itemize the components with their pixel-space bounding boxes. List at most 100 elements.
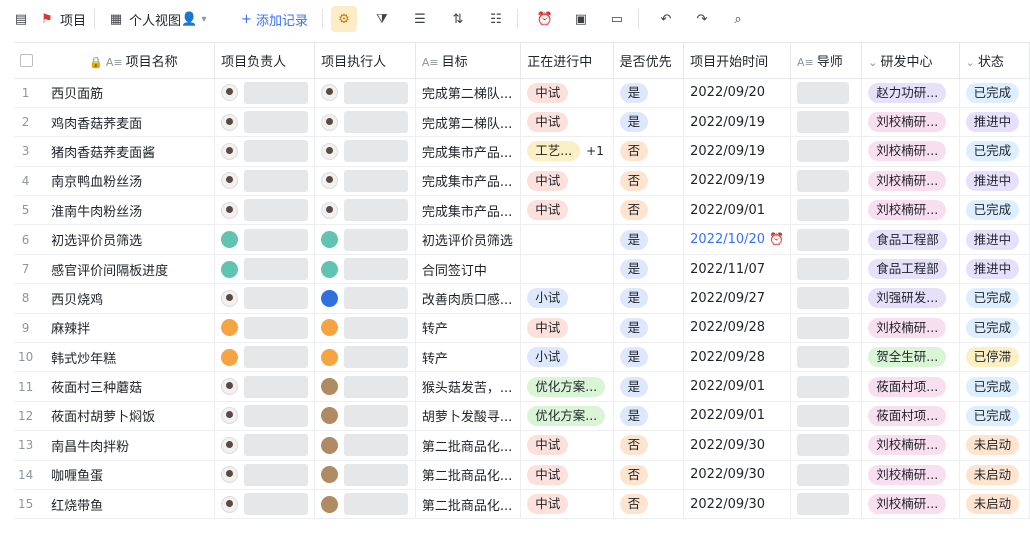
table-row[interactable]: 1 西贝面筋 完成第二梯队... 中试 是 2022/09/20 赵力功研... 已完成	[14, 78, 1030, 108]
progress-cell[interactable]: 工艺... +1	[520, 136, 614, 167]
executor-cell[interactable]	[314, 401, 416, 432]
mentor-cell[interactable]	[790, 283, 863, 314]
priority-cell[interactable]: 是	[613, 283, 685, 314]
column-header-rd-center[interactable]: ⌄ 研发中心	[861, 43, 960, 79]
project-name-cell[interactable]: 红烧带鱼	[37, 489, 216, 520]
column-header-goal[interactable]: A≡ 目标	[415, 43, 522, 79]
search-icon[interactable]: ⌕	[725, 6, 751, 32]
project-name-cell[interactable]: 初选评价员筛选	[37, 224, 216, 255]
table-row[interactable]: 15 红烧带鱼 第二批商品化... 中试 否 2022/09/30 刘校楠研... 未启动	[14, 489, 1030, 520]
column-header-name[interactable]: 🔒 A≡ 项目名称	[37, 43, 216, 79]
start-date-cell[interactable]: 2022/09/28	[683, 313, 792, 344]
start-date-cell[interactable]: 2022/09/27	[683, 283, 792, 314]
start-date-cell[interactable]: 2022/09/28	[683, 342, 792, 373]
executor-cell[interactable]	[314, 224, 416, 255]
priority-cell[interactable]: 是	[613, 401, 685, 432]
rd-center-cell[interactable]: 食品工程部	[861, 224, 960, 255]
progress-cell[interactable]: 中试	[520, 489, 614, 520]
progress-cell[interactable]	[520, 254, 614, 285]
project-name-cell[interactable]: 莜面村胡萝卜焖饭	[37, 401, 216, 432]
start-date-cell[interactable]: 2022/09/19	[683, 136, 792, 167]
start-date-cell[interactable]: 2022/09/30	[683, 489, 792, 520]
table-row[interactable]: 9 麻辣拌 转产 中试 是 2022/09/28 刘校楠研... 已完成	[14, 313, 1030, 344]
rd-center-cell[interactable]: 贺全生研...	[861, 342, 960, 373]
executor-cell[interactable]	[314, 460, 416, 490]
start-date-cell[interactable]: 2022/09/01	[683, 401, 792, 432]
rd-center-cell[interactable]: 莜面村项...	[861, 401, 960, 432]
table-row[interactable]: 7 感官评价间隔板进度 合同签订中 是 2022/11/07 食品工程部 推进中	[14, 254, 1030, 285]
alarm-icon[interactable]: ⏰	[532, 6, 558, 32]
progress-cell[interactable]: 中试	[520, 107, 614, 138]
project-name-cell[interactable]: 咖喱鱼蛋	[37, 460, 216, 490]
progress-cell[interactable]: 中试	[520, 78, 614, 108]
project-title[interactable]: 项目	[60, 10, 86, 29]
goal-cell[interactable]: 完成第二梯队...	[415, 107, 522, 138]
priority-cell[interactable]: 否	[613, 195, 685, 226]
priority-cell[interactable]: 否	[613, 430, 685, 461]
project-name-cell[interactable]: 麻辣拌	[37, 313, 216, 344]
priority-cell[interactable]: 否	[613, 166, 685, 197]
column-header-mentor[interactable]: A≡ 导师	[790, 43, 863, 79]
progress-cell[interactable]: 中试	[520, 195, 614, 226]
goal-cell[interactable]: 合同签订中	[415, 254, 522, 285]
goal-cell[interactable]: 初选评价员筛选	[415, 224, 522, 255]
table-row[interactable]: 4 南京鸭血粉丝汤 完成集市产品... 中试 否 2022/09/19 刘校楠研... 推进中	[14, 166, 1030, 197]
mentor-cell[interactable]	[790, 430, 863, 461]
status-cell[interactable]: 已完成	[959, 401, 1030, 432]
executor-cell[interactable]	[314, 313, 416, 344]
status-cell[interactable]: 推进中	[959, 224, 1030, 255]
undo-icon[interactable]: ↶	[653, 6, 679, 32]
goal-cell[interactable]: 转产	[415, 342, 522, 373]
priority-cell[interactable]: 否	[613, 460, 685, 490]
column-header-executor[interactable]: 项目执行人	[314, 43, 416, 79]
executor-cell[interactable]	[314, 371, 416, 402]
comment-icon[interactable]: ▭	[604, 6, 630, 32]
owner-cell[interactable]	[214, 430, 316, 461]
rd-center-cell[interactable]: 刘强研发...	[861, 283, 960, 314]
progress-cell[interactable]: 优化方案...	[520, 401, 614, 432]
form-icon[interactable]: ▣	[568, 6, 594, 32]
filter-icon[interactable]: ⧩	[369, 6, 395, 32]
mentor-cell[interactable]	[790, 195, 863, 226]
project-name-cell[interactable]: 猪肉香菇荞麦面酱	[37, 136, 216, 167]
start-date-cell[interactable]: 2022/10/20 ⏰	[683, 224, 792, 255]
sidebar-toggle-icon[interactable]: ▤	[8, 6, 34, 32]
executor-cell[interactable]	[314, 136, 416, 167]
table-row[interactable]: 14 咖喱鱼蛋 第二批商品化... 中试 否 2022/09/30 刘校楠研... 未启动	[14, 460, 1030, 490]
field-config-icon[interactable]: ☰	[407, 6, 433, 32]
priority-cell[interactable]: 是	[613, 107, 685, 138]
executor-cell[interactable]	[314, 195, 416, 226]
project-name-cell[interactable]: 感官评价间隔板进度	[37, 254, 216, 285]
table-row[interactable]: 3 猪肉香菇荞麦面酱 完成集市产品... 工艺... +1 否 2022/09/19 刘校楠研…	[14, 136, 1030, 167]
executor-cell[interactable]	[314, 166, 416, 197]
project-name-cell[interactable]: 韩式炒年糕	[37, 342, 216, 373]
executor-cell[interactable]	[314, 342, 416, 373]
executor-cell[interactable]	[314, 254, 416, 285]
priority-cell[interactable]: 否	[613, 489, 685, 520]
rd-center-cell[interactable]: 刘校楠研...	[861, 107, 960, 138]
priority-cell[interactable]: 是	[613, 78, 685, 108]
row-height-icon[interactable]: ☷	[483, 6, 509, 32]
priority-cell[interactable]: 是	[613, 371, 685, 402]
select-all-checkbox[interactable]	[14, 43, 38, 79]
column-header-start-date[interactable]: 项目开始时间	[683, 43, 792, 79]
start-date-cell[interactable]: 2022/11/07	[683, 254, 792, 285]
owner-cell[interactable]	[214, 254, 316, 285]
rd-center-cell[interactable]: 刘校楠研...	[861, 166, 960, 197]
mentor-cell[interactable]	[790, 166, 863, 197]
owner-cell[interactable]	[214, 401, 316, 432]
priority-cell[interactable]: 是	[613, 342, 685, 373]
rd-center-cell[interactable]: 刘校楠研...	[861, 195, 960, 226]
status-cell[interactable]: 已完成	[959, 195, 1030, 226]
column-header-progress[interactable]: 正在进行中	[520, 43, 614, 79]
mentor-cell[interactable]	[790, 224, 863, 255]
rd-center-cell[interactable]: 刘校楠研...	[861, 460, 960, 490]
goal-cell[interactable]: 改善肉质口感...	[415, 283, 522, 314]
start-date-cell[interactable]: 2022/09/01	[683, 195, 792, 226]
status-cell[interactable]: 已完成	[959, 313, 1030, 344]
mentor-cell[interactable]	[790, 313, 863, 344]
more-tags-count[interactable]: +1	[586, 144, 604, 158]
owner-cell[interactable]	[214, 224, 316, 255]
status-cell[interactable]: 已完成	[959, 371, 1030, 402]
table-row[interactable]: 8 西贝烧鸡 改善肉质口感... 小试 是 2022/09/27 刘强研发... 已完成	[14, 283, 1030, 314]
